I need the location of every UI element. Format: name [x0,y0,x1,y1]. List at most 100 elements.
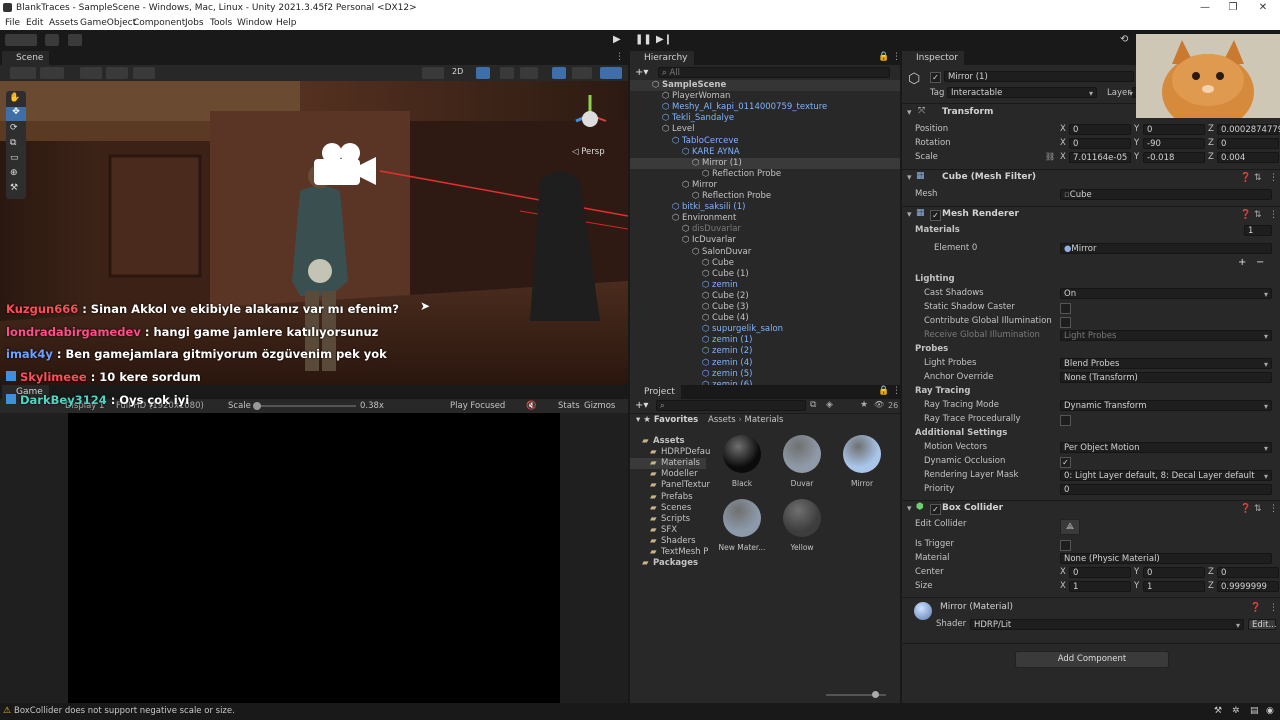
breadcrumb-root[interactable]: Assets [708,415,736,425]
debug-icon[interactable]: ✲ [1232,703,1240,720]
materials-foldout[interactable]: Materials [915,224,960,237]
position-z-field[interactable]: 0.0002874779 [1217,124,1280,135]
project-folder[interactable]: ▰ Materials [630,458,706,470]
camera-settings-icon[interactable] [572,67,592,79]
minimize-icon[interactable]: — [1190,0,1220,16]
custom-tool-icon[interactable]: ⚒ [10,183,18,193]
hierarchy-item[interactable]: ⬡ Meshy_AI_kapi_0114000759_texture [630,102,900,113]
tab-hierarchy[interactable]: Hierarchy [630,51,694,65]
hierarchy-item[interactable]: ⬡ Cube (1) [630,269,900,280]
menu-component[interactable]: Component [133,16,185,30]
history-icon[interactable]: ⟲ [1120,34,1128,45]
add-component-button[interactable]: Add Component [1015,651,1169,668]
hierarchy-item[interactable]: ⬡ Level [630,124,900,135]
add-element-button[interactable]: + [1238,257,1246,268]
favorite-icon[interactable]: ★ [860,400,868,410]
hierarchy-item[interactable]: ⬡ Cube (2) [630,291,900,302]
rotation-x-field[interactable]: 0 [1069,138,1131,149]
hierarchy-item[interactable]: ⬡ SampleScene [630,80,900,91]
play-button[interactable]: ▶ [613,34,621,45]
hand-tool-icon[interactable]: ✋ [9,93,20,103]
favorites-header[interactable]: ▾ ★ Favorites [636,415,698,425]
menu-file[interactable]: File [5,16,20,30]
scene-visibility-button[interactable] [40,67,64,79]
help-icon[interactable]: ❓ [1240,504,1251,514]
hierarchy-item[interactable]: ⬡ zemin [630,280,900,291]
increment-button[interactable] [133,67,155,79]
object-name-input[interactable]: Mirror (1) [944,71,1134,82]
asset-tile[interactable]: Black [716,435,768,495]
box-collider-title[interactable]: Box Collider [942,501,1003,516]
layout-icon[interactable]: ▤ [1250,703,1259,720]
menu-window[interactable]: Window [237,16,273,30]
anchor-override-field[interactable]: None (Transform) [1060,372,1272,383]
pause-button[interactable]: ❚❚ [635,34,652,45]
cast-shadows-dropdown[interactable]: On [1060,288,1272,300]
add-button[interactable]: +▾ [635,67,648,78]
hierarchy-item[interactable]: ⬡ Mirror [630,180,900,191]
persp-label[interactable]: ◁ Persp [572,147,605,157]
static-shadow-checkbox[interactable] [1060,303,1071,314]
mesh-renderer-title[interactable]: Mesh Renderer [942,207,1019,222]
probes-foldout[interactable]: Probes [915,343,948,356]
notification-icon[interactable]: ◉ [1266,703,1274,720]
hierarchy-item[interactable]: ⬡ Tekli_Sandalye [630,113,900,124]
hierarchy-item[interactable]: ⬡ Cube (3) [630,302,900,313]
hierarchy-item[interactable]: ⬡ disDuvarlar [630,224,900,235]
physic-material-field[interactable]: None (Physic Material) [1060,553,1272,564]
hierarchy-item[interactable]: ⬡ KARE AYNA [630,147,900,158]
tab-project[interactable]: Project [630,385,681,399]
additional-settings-foldout[interactable]: Additional Settings [915,427,1007,440]
hierarchy-item[interactable]: ⬡ Reflection Probe [630,169,900,180]
hierarchy-item[interactable]: ⬡ Environment [630,213,900,224]
contrib-gi-checkbox[interactable] [1060,317,1071,328]
project-folder[interactable]: ▰ PanelTextur [630,480,710,491]
scale-z-field[interactable]: 0.004 [1217,152,1279,163]
transform-title[interactable]: Transform [942,105,993,120]
help-icon[interactable]: ❓ [1240,210,1251,220]
more-icon[interactable]: ⋮ [615,52,624,62]
dynamic-occlusion-checkbox[interactable]: ✓ [1060,457,1071,468]
enabled-checkbox[interactable]: ✓ [930,210,941,221]
center-y-field[interactable]: 0 [1143,567,1205,578]
lock-icon[interactable]: 🔒 [878,386,889,396]
light-probes-dropdown[interactable]: Blend Probes [1060,358,1272,370]
scale-x-field[interactable]: 7.01164e-05 [1069,152,1131,163]
collab-icon[interactable] [68,34,82,46]
is-trigger-checkbox[interactable] [1060,540,1071,551]
project-folder[interactable]: ▰ Assets [630,436,706,447]
tag-dropdown[interactable]: Interactable [947,87,1097,99]
hierarchy-item[interactable]: ⬡ TabloCerceve [630,136,900,147]
hierarchy-item[interactable]: ⬡ SalonDuvar [630,247,900,258]
hierarchy-item[interactable]: ⬡ zemin (4) [630,358,900,369]
hierarchy-item[interactable]: ⬡ supurgelik_salon [630,324,900,335]
tab-scene[interactable]: Scene [2,51,50,65]
project-search-input[interactable]: ⌕ [656,400,806,411]
hierarchy-item[interactable]: ⬡ Cube [630,258,900,269]
project-folder[interactable]: ▰ Scenes [630,503,706,514]
foldout-icon[interactable]: ▾ [907,210,912,220]
more-icon[interactable]: ⋮ [892,52,901,62]
mesh-field[interactable]: ▫Cube [1060,189,1272,200]
project-folder[interactable]: ▰ Modeller [630,469,706,480]
edit-collider-button[interactable]: ⟁ [1060,519,1080,535]
size-z-field[interactable]: 0.9999999 [1217,581,1279,592]
zoom-slider-handle[interactable] [872,691,879,698]
rendering-layer-mask-dropdown[interactable]: 0: Light Layer default, 8: Decal Layer d… [1060,470,1272,482]
filter-label-icon[interactable]: ◈ [826,400,833,410]
constrain-scale-icon[interactable]: ⛓ [1045,152,1055,161]
hierarchy-item[interactable]: ⬡ zemin (2) [630,346,900,357]
foldout-icon[interactable]: ▾ [907,108,912,118]
breadcrumb-leaf[interactable]: Materials [744,415,783,425]
menu-tools[interactable]: Tools [210,16,232,30]
hierarchy-search-input[interactable]: ⌕ All [658,67,890,78]
rect-tool-icon[interactable]: ▭ [10,153,19,163]
stats-button[interactable]: Stats [558,399,580,413]
game-view[interactable] [0,413,628,703]
ray-tracing-foldout[interactable]: Ray Tracing [915,385,970,398]
add-button[interactable]: +▾ [635,400,648,411]
shading-button[interactable] [422,67,444,79]
center-z-field[interactable]: 0 [1217,567,1279,578]
help-icon[interactable]: ❓ [1240,173,1251,183]
project-folder[interactable]: ▰ TextMesh P [630,547,708,558]
